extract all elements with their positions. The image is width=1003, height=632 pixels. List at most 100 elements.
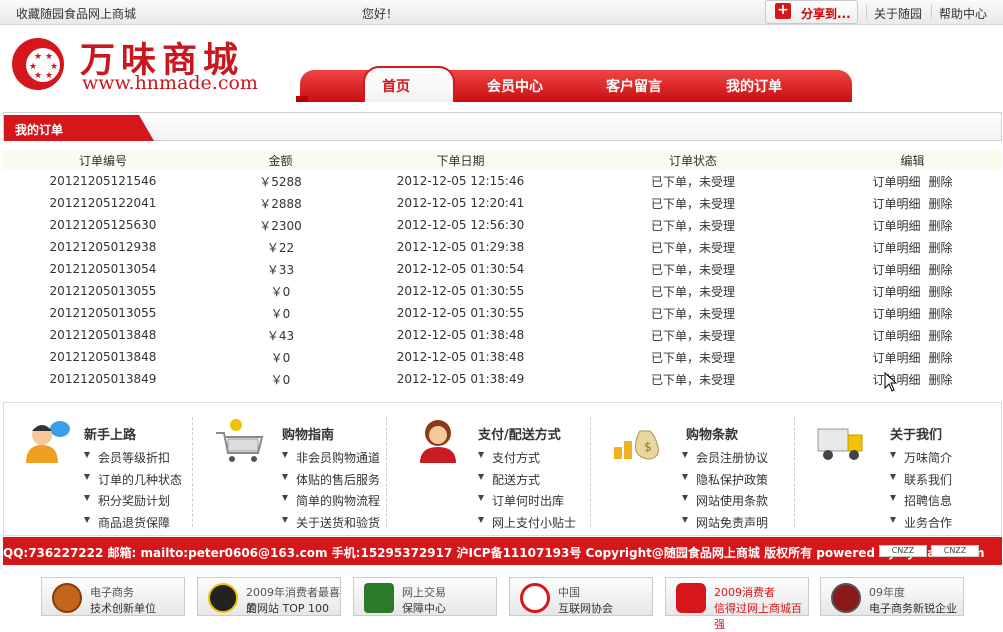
order-actions: 订单明细 删除	[823, 324, 1002, 346]
order-actions: 订单明细 删除	[823, 236, 1002, 258]
order-id: 20121205122041	[49, 196, 157, 210]
help-link[interactable]: 关于送货和验货	[282, 514, 380, 536]
order-date: 2012-12-05 01:30:55	[396, 306, 525, 320]
nav-item-my-orders[interactable]: 我的订单	[726, 76, 782, 96]
order-status: 已下单，未受理	[650, 284, 735, 299]
col-status: 订单状态	[563, 150, 823, 170]
order-delete-link[interactable]: 删除	[929, 307, 953, 321]
nav-item-home[interactable]: 首页	[382, 76, 410, 96]
share-button[interactable]: + 分享到...	[765, 0, 858, 24]
order-delete-link[interactable]: 删除	[929, 373, 953, 387]
badge-trade-protection[interactable]: 网上交易 保障中心	[353, 577, 497, 616]
trust-badges: 电子商务 技术创新单位 2009年消费者最喜爱 的网站 TOP 100 网上交易…	[0, 577, 1003, 631]
order-amount: ￥0	[270, 372, 291, 387]
cnzz-badge[interactable]: CNZZ	[879, 545, 927, 557]
order-actions: 订单明细 删除	[823, 346, 1002, 368]
favorite-link[interactable]: 收藏随园食品网上商城	[16, 5, 136, 22]
order-detail-link[interactable]: 订单明细	[872, 263, 920, 277]
table-row: 20121205013848 ￥0 2012-12-05 01:38:48 已下单，未…	[3, 346, 1002, 368]
service-woman-icon	[420, 420, 456, 463]
order-detail-link[interactable]: 订单明细	[872, 175, 920, 189]
help-link[interactable]: 网上支付小贴士	[478, 514, 576, 536]
badge-innovation[interactable]: 电子商务 技术创新单位	[41, 577, 185, 616]
help-link[interactable]: 会员注册协议	[682, 449, 768, 471]
col-edit: 编辑	[823, 150, 1002, 170]
order-id: 20121205012938	[49, 240, 157, 254]
main-nav: 首页 会员中心 客户留言 我的订单	[296, 66, 852, 102]
help-link[interactable]: 网站免责声明	[682, 514, 768, 536]
site-logo[interactable]: ★ ★ ★ ★ ★ ★ 万味商城 www.hnmade.com	[10, 32, 280, 102]
order-delete-link[interactable]: 删除	[929, 351, 953, 365]
badge-line2: 技术创新单位	[90, 602, 156, 615]
table-row: 20121205121546 ￥5288 2012-12-05 12:15:46 已下…	[3, 170, 1002, 192]
svg-text:$: $	[644, 440, 652, 454]
badge-line1: 09年度	[869, 586, 905, 599]
help-link[interactable]: 非会员购物通道	[282, 449, 380, 471]
help-link[interactable]: 商品退货保障	[84, 514, 182, 536]
badge-internet-society[interactable]: 中国 互联网协会	[509, 577, 653, 616]
order-actions: 订单明细 删除	[823, 258, 1002, 280]
help-link[interactable]: 简单的购物流程	[282, 492, 380, 514]
logo-emblem-icon: ★ ★ ★ ★ ★ ★	[12, 38, 64, 90]
badge-line1: 网上交易	[402, 586, 446, 599]
order-detail-link[interactable]: 订单明细	[872, 307, 920, 321]
order-delete-link[interactable]: 删除	[929, 285, 953, 299]
order-id: 20121205013055	[49, 284, 157, 298]
nav-item-messages[interactable]: 客户留言	[606, 76, 662, 96]
badge-top100[interactable]: 2009年消费者最喜爱 的网站 TOP 100	[197, 577, 341, 616]
order-date: 2012-12-05 12:20:41	[396, 196, 525, 210]
about-link[interactable]: 关于随园	[874, 5, 922, 22]
order-delete-link[interactable]: 删除	[929, 175, 953, 189]
help-link[interactable]: 配送方式	[478, 471, 576, 493]
order-actions: 订单明细 删除	[823, 302, 1002, 324]
order-id: 20121205121546	[49, 174, 157, 188]
order-detail-link[interactable]: 订单明细	[872, 241, 920, 255]
footer-info: QQ:736227222 邮箱: mailto:peter0606@163.co…	[3, 546, 985, 560]
table-row: 20121205125630 ￥2300 2012-12-05 12:56:30 已下…	[3, 214, 1002, 236]
badge-new-enterprise[interactable]: 09年度 电子商务新锐企业	[820, 577, 964, 616]
order-delete-link[interactable]: 删除	[929, 241, 953, 255]
cnzz-badge[interactable]: CNZZ	[931, 545, 979, 557]
help-link[interactable]: 体贴的售后服务	[282, 471, 380, 493]
order-delete-link[interactable]: 删除	[929, 219, 953, 233]
order-amount: ￥0	[270, 350, 291, 365]
badge-line2: 电子商务新锐企业	[869, 602, 957, 615]
order-detail-link[interactable]: 订单明细	[872, 329, 920, 343]
order-amount: ￥43	[266, 328, 295, 343]
order-date: 2012-12-05 01:30:54	[396, 262, 525, 276]
help-link[interactable]: 支付方式	[478, 449, 576, 471]
delivery-truck-icon	[817, 428, 863, 460]
order-amount: ￥22	[266, 240, 295, 255]
mouse-cursor-icon	[884, 372, 898, 392]
help-link[interactable]: 隐私保护政策	[682, 471, 768, 493]
order-detail-link[interactable]: 订单明细	[872, 351, 920, 365]
order-delete-link[interactable]: 删除	[929, 197, 953, 211]
order-status: 已下单，未受理	[650, 174, 735, 189]
help-link[interactable]: 网站使用条款	[682, 492, 768, 514]
badge-trusted-mall[interactable]: 2009消费者 信得过网上商城百强	[665, 577, 809, 631]
footer-bar: QQ:736227222 邮箱: mailto:peter0606@163.co…	[3, 537, 1002, 565]
order-detail-link[interactable]: 订单明细	[872, 285, 920, 299]
help-link[interactable]: 联系我们	[890, 471, 952, 493]
nav-item-member-center[interactable]: 会员中心	[487, 76, 543, 96]
help-link[interactable]: 万味简介	[890, 449, 952, 471]
order-delete-link[interactable]: 删除	[929, 329, 953, 343]
order-status: 已下单，未受理	[650, 218, 735, 233]
table-row: 20121205013054 ￥33 2012-12-05 01:30:54 已下单，…	[3, 258, 1002, 280]
order-amount: ￥33	[266, 262, 295, 277]
help-link[interactable]: 积分奖励计划	[84, 492, 182, 514]
szis-seal-icon	[52, 583, 82, 613]
help-link[interactable]: 会员等级折扣	[84, 449, 182, 471]
help-link[interactable]: 业务合作	[890, 514, 952, 536]
order-detail-link[interactable]: 订单明细	[872, 197, 920, 211]
badge-line1: 中国	[558, 586, 580, 599]
order-delete-link[interactable]: 删除	[929, 263, 953, 277]
help-link[interactable]: 帮助中心	[939, 5, 987, 22]
help-link[interactable]: 订单的几种状态	[84, 471, 182, 493]
order-detail-link[interactable]: 订单明细	[872, 219, 920, 233]
order-amount: ￥2300	[259, 218, 302, 233]
badge-line1: 电子商务	[90, 586, 134, 599]
help-link[interactable]: 订单何时出库	[478, 492, 576, 514]
help-column-beginner: 新手上路 会员等级折扣 订单的几种状态 积分奖励计划 商品退货保障	[22, 403, 212, 535]
help-link[interactable]: 招聘信息	[890, 492, 952, 514]
